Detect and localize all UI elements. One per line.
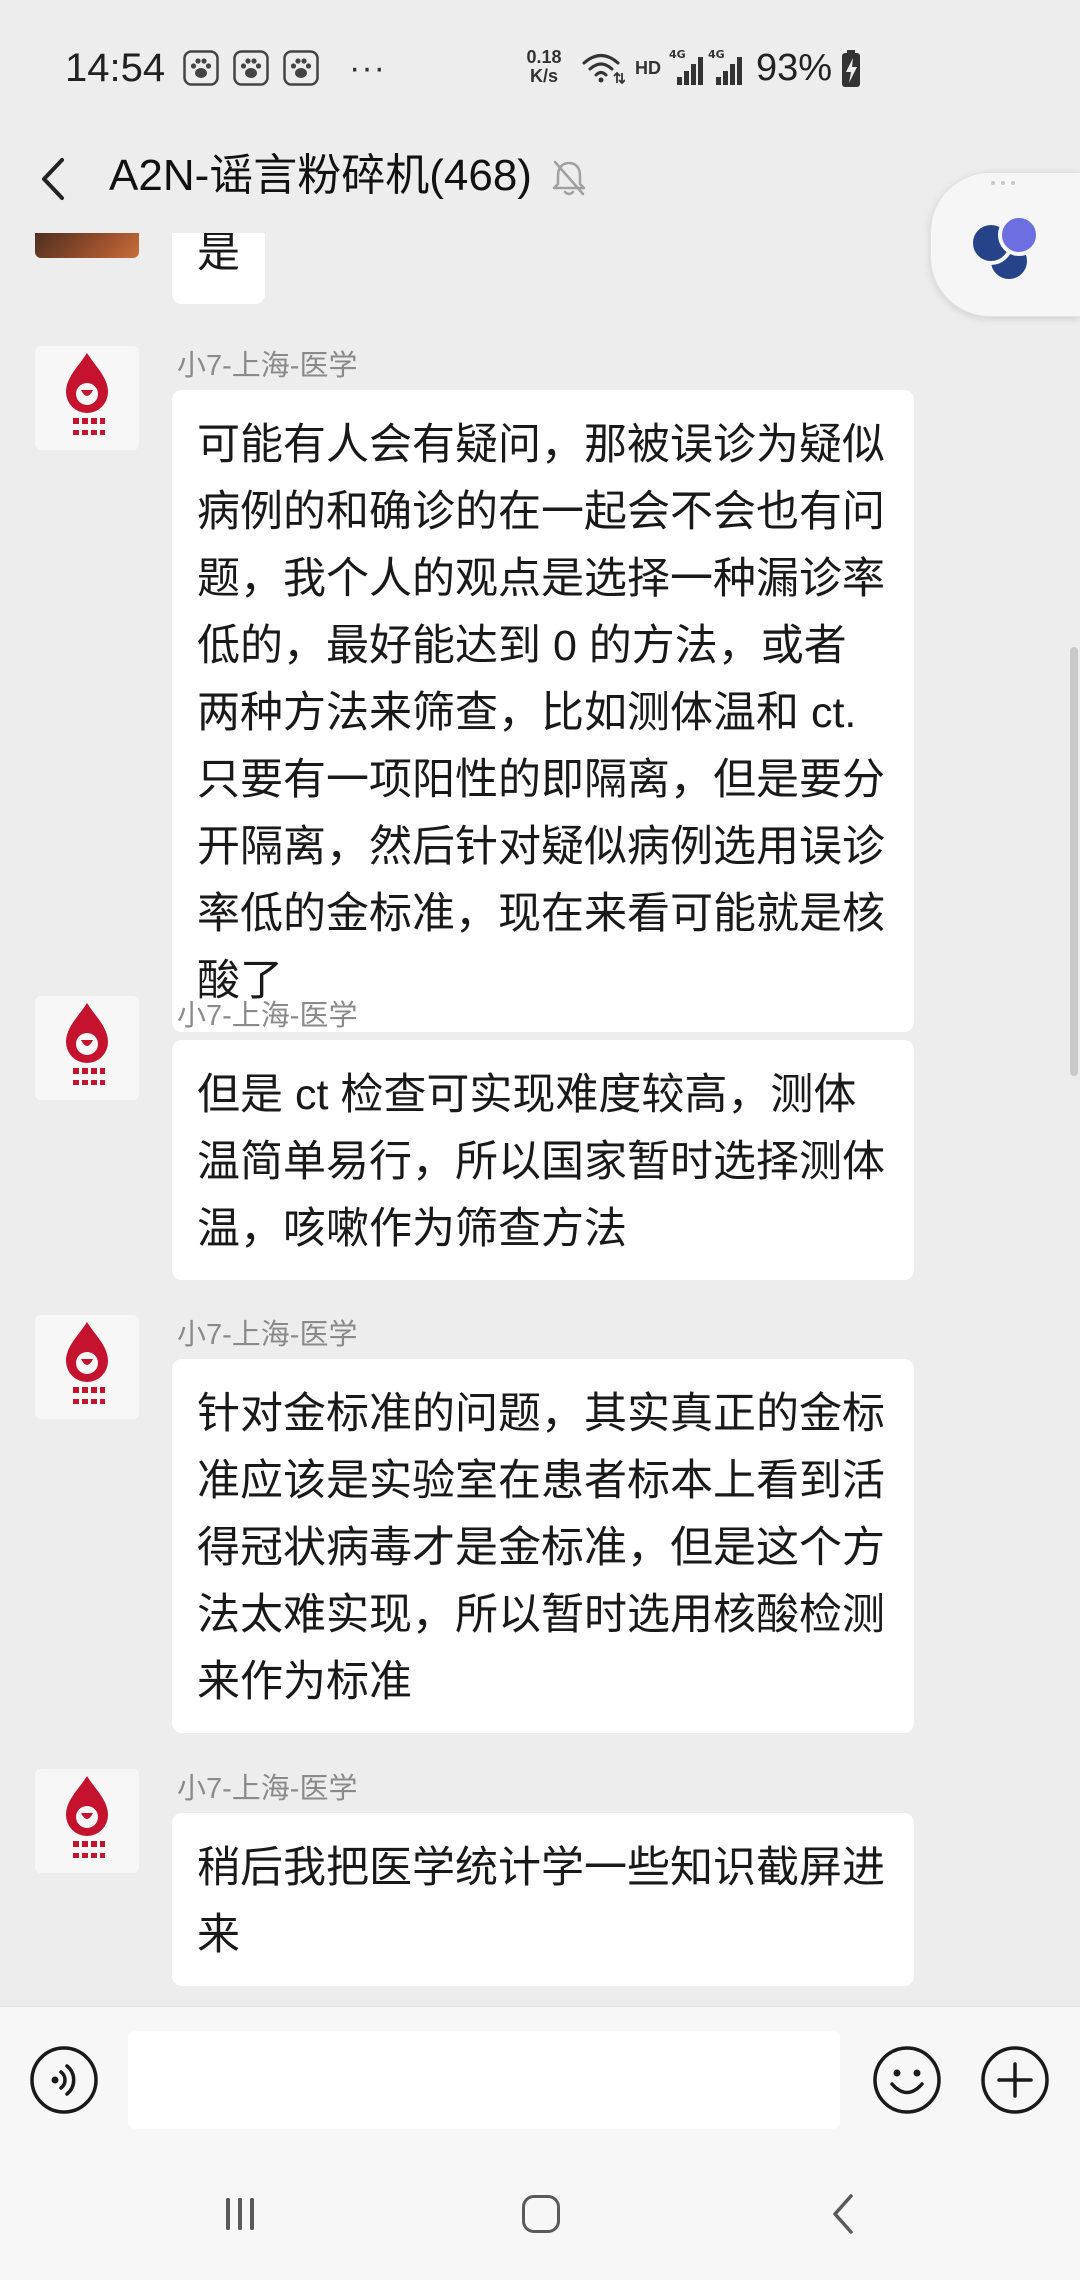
more-notifications-indicator: ··· <box>349 49 386 87</box>
message-body: 小7-上海-医学 可能有人会有疑问，那被误诊为疑似病例的和确诊的在一起会不会也有… <box>172 346 932 1032</box>
sender-name: 小7-上海-医学 <box>177 350 358 382</box>
message-body: 小7-上海-医学 但是 ct 检查可实现难度较高，测体温简单易行，所以国家暂时选… <box>172 996 932 1280</box>
message-input[interactable] <box>128 2031 840 2129</box>
signal-icon: 4G <box>708 48 742 85</box>
hd-voice-indicator: HD <box>635 58 661 78</box>
avatar[interactable] <box>35 996 139 1100</box>
back-arrow-icon[interactable] <box>38 156 68 202</box>
chat-header: A2N-谣言粉碎机(468) <box>0 116 1080 233</box>
scrollbar-thumb[interactable] <box>1070 647 1078 1076</box>
paw-icon <box>183 50 219 86</box>
red-drop-logo-icon <box>66 1322 108 1404</box>
sender-name: 小7-上海-医学 <box>177 1319 358 1351</box>
wifi-icon <box>582 54 625 85</box>
sim2-network-label: 4G <box>708 48 725 61</box>
input-bar <box>0 2006 1080 2137</box>
message-bubble[interactable]: 是 <box>172 233 265 304</box>
message-bubble[interactable]: 稍后我把医学统计学一些知识截屏进来 <box>172 1813 914 1986</box>
red-drop-logo-icon <box>66 353 108 435</box>
red-drop-logo-icon <box>66 1003 108 1085</box>
avatar[interactable] <box>35 1769 139 1873</box>
home-icon[interactable] <box>522 2195 560 2233</box>
voice-icon[interactable] <box>29 2045 99 2115</box>
floating-assistant-logo-icon <box>969 214 1040 283</box>
message-body: 是 <box>172 233 932 304</box>
avatar[interactable] <box>35 233 139 258</box>
signal-icon: 4G <box>669 48 703 85</box>
sim1-network-label: 4G <box>669 48 686 61</box>
battery-percentage: 93% <box>756 47 833 89</box>
status-time: 14:54 <box>65 46 166 90</box>
message-bubble[interactable]: 但是 ct 检查可实现难度较高，测体温简单易行，所以国家暂时选择测体温，咳嗽作为… <box>172 1040 914 1280</box>
avatar[interactable] <box>35 346 139 450</box>
sender-name: 小7-上海-医学 <box>177 1000 358 1032</box>
network-speed: 0.18 K/s <box>518 48 570 86</box>
battery-charging-icon <box>842 50 860 87</box>
chat-title[interactable]: A2N-谣言粉碎机(468) <box>109 151 532 201</box>
message-body: 小7-上海-医学 针对金标准的问题，其实真正的金标准应该是实验室在患者标本上看到… <box>172 1315 932 1733</box>
emoji-icon[interactable] <box>872 2045 942 2115</box>
message-bubble[interactable]: 针对金标准的问题，其实真正的金标准应该是实验室在患者标本上看到活得冠状病毒才是金… <box>172 1359 914 1733</box>
paw-icon <box>283 50 319 86</box>
chat-message-list[interactable]: 是 小7-上海-医学 可能有人会有疑问，那被误诊为疑似病例的和确诊的在一起会不会… <box>0 233 1068 2006</box>
red-drop-logo-icon <box>66 1776 108 1858</box>
avatar[interactable] <box>35 1315 139 1419</box>
widget-handle-icon <box>991 181 1015 185</box>
plus-icon[interactable] <box>980 2045 1050 2115</box>
recent-apps-icon[interactable] <box>220 2194 260 2234</box>
paw-icon <box>233 50 269 86</box>
sender-name: 小7-上海-医学 <box>177 1773 358 1805</box>
system-navigation-bar <box>0 2137 1080 2280</box>
network-speed-unit: K/s <box>529 66 558 86</box>
floating-assistant-widget[interactable] <box>930 172 1080 317</box>
back-icon[interactable] <box>830 2193 856 2235</box>
network-speed-value: 0.18 <box>526 47 562 67</box>
status-bar: 14:54 ··· 0.18 K/s HD 4G 4G 93% <box>0 0 1080 116</box>
mute-bell-icon <box>552 160 586 196</box>
message-bubble[interactable]: 可能有人会有疑问，那被误诊为疑似病例的和确诊的在一起会不会也有问题，我个人的观点… <box>172 390 914 1032</box>
message-body: 小7-上海-医学 稍后我把医学统计学一些知识截屏进来 <box>172 1769 932 1986</box>
